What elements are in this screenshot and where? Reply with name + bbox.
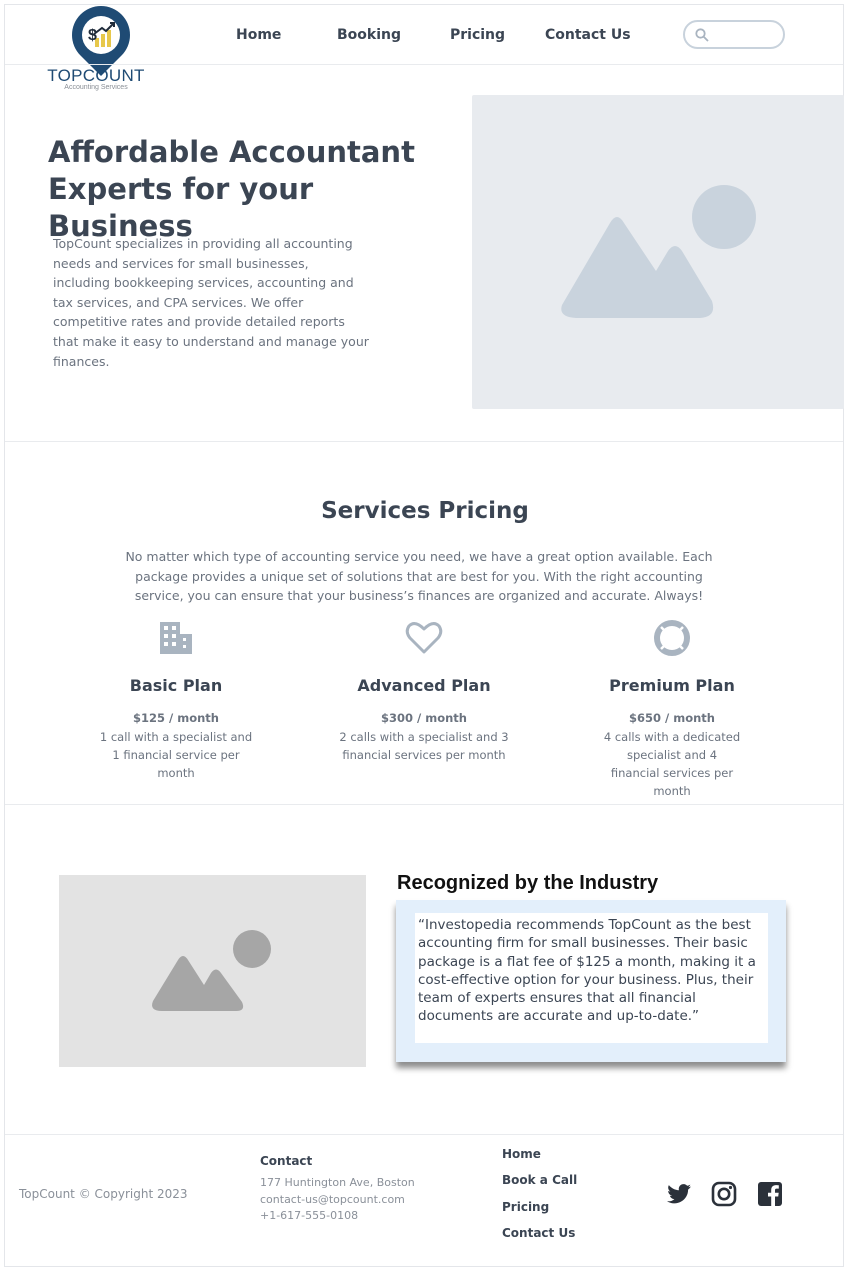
nav-contact-us[interactable]: Contact Us (545, 27, 631, 43)
brand-name: TOPCOUNT (47, 66, 145, 85)
footer-link-pricing[interactable]: Pricing (502, 1200, 549, 1214)
lifebuoy-icon (654, 620, 690, 656)
footer-link-book-a-call[interactable]: Book a Call (502, 1173, 577, 1187)
twitter-icon[interactable] (664, 1179, 694, 1209)
image-placeholder-icon (561, 185, 756, 318)
plan-name: Basic Plan (129, 676, 223, 695)
contact-heading: Contact (260, 1154, 313, 1168)
facebook-icon[interactable] (755, 1179, 785, 1209)
brand-tagline: Accounting Services (64, 84, 128, 91)
brand-logo[interactable]: $ TOPCOUNT Accounting Services (46, 0, 146, 91)
nav-pricing[interactable]: Pricing (450, 27, 505, 43)
contact-email[interactable]: contact-us@topcount.com (260, 1193, 405, 1206)
pricing-description: No matter which type of accounting servi… (125, 549, 713, 603)
recognition-image (59, 875, 366, 1067)
nav-home[interactable]: Home (236, 27, 281, 43)
hero-image (472, 95, 844, 409)
recognition-title: Recognized by the Industry (397, 872, 659, 894)
search-icon (695, 28, 709, 42)
plan-name: Premium Plan (609, 676, 735, 695)
footer-link-contact-us[interactable]: Contact Us (502, 1226, 575, 1240)
testimonial-quote: “Investopedia recommends TopCount as the… (418, 917, 756, 1025)
plan-card-basic[interactable]: Basic Plan $125 / month 1 call with a sp… (76, 618, 276, 782)
nav-booking[interactable]: Booking (337, 27, 401, 43)
copyright-text: TopCount © Copyright 2023 (19, 1187, 188, 1201)
plan-price: $650 / month (629, 711, 715, 725)
plan-name: Advanced Plan (357, 676, 491, 695)
footer-divider (5, 1134, 843, 1135)
plan-description: 2 calls with a specialist and 3 financia… (339, 730, 509, 762)
plan-card-premium[interactable]: Premium Plan $650 / month 4 calls with a… (572, 618, 772, 800)
plan-price: $125 / month (133, 711, 219, 725)
contact-address: 177 Huntington Ave, Boston (260, 1176, 415, 1189)
footer-link-home[interactable]: Home (502, 1147, 541, 1161)
header-divider (5, 64, 843, 65)
testimonial-inner: “Investopedia recommends TopCount as the… (415, 913, 768, 1043)
hero-divider (5, 441, 843, 442)
building-icon (160, 622, 192, 654)
svg-text:$: $ (88, 27, 97, 44)
heart-icon (405, 622, 443, 654)
dollar-chart-icon: $ (82, 16, 120, 54)
search-input[interactable] (683, 20, 785, 49)
testimonial-card: “Investopedia recommends TopCount as the… (396, 900, 786, 1062)
hero-title: Affordable Accountant Experts for your B… (48, 135, 415, 243)
plan-description: 4 calls with a dedicated specialist and … (603, 730, 741, 798)
pricing-divider (5, 804, 843, 805)
pricing-title: Services Pricing (321, 498, 529, 524)
image-placeholder-icon (152, 930, 271, 1011)
contact-phone[interactable]: +1-617-555-0108 (260, 1209, 358, 1222)
plan-card-advanced[interactable]: Advanced Plan $300 / month 2 calls with … (324, 618, 524, 764)
plan-price: $300 / month (381, 711, 467, 725)
hero-description: TopCount specializes in providing all ac… (53, 236, 369, 369)
instagram-icon[interactable] (709, 1179, 739, 1209)
plan-description: 1 call with a specialist and 1 financial… (99, 730, 253, 780)
